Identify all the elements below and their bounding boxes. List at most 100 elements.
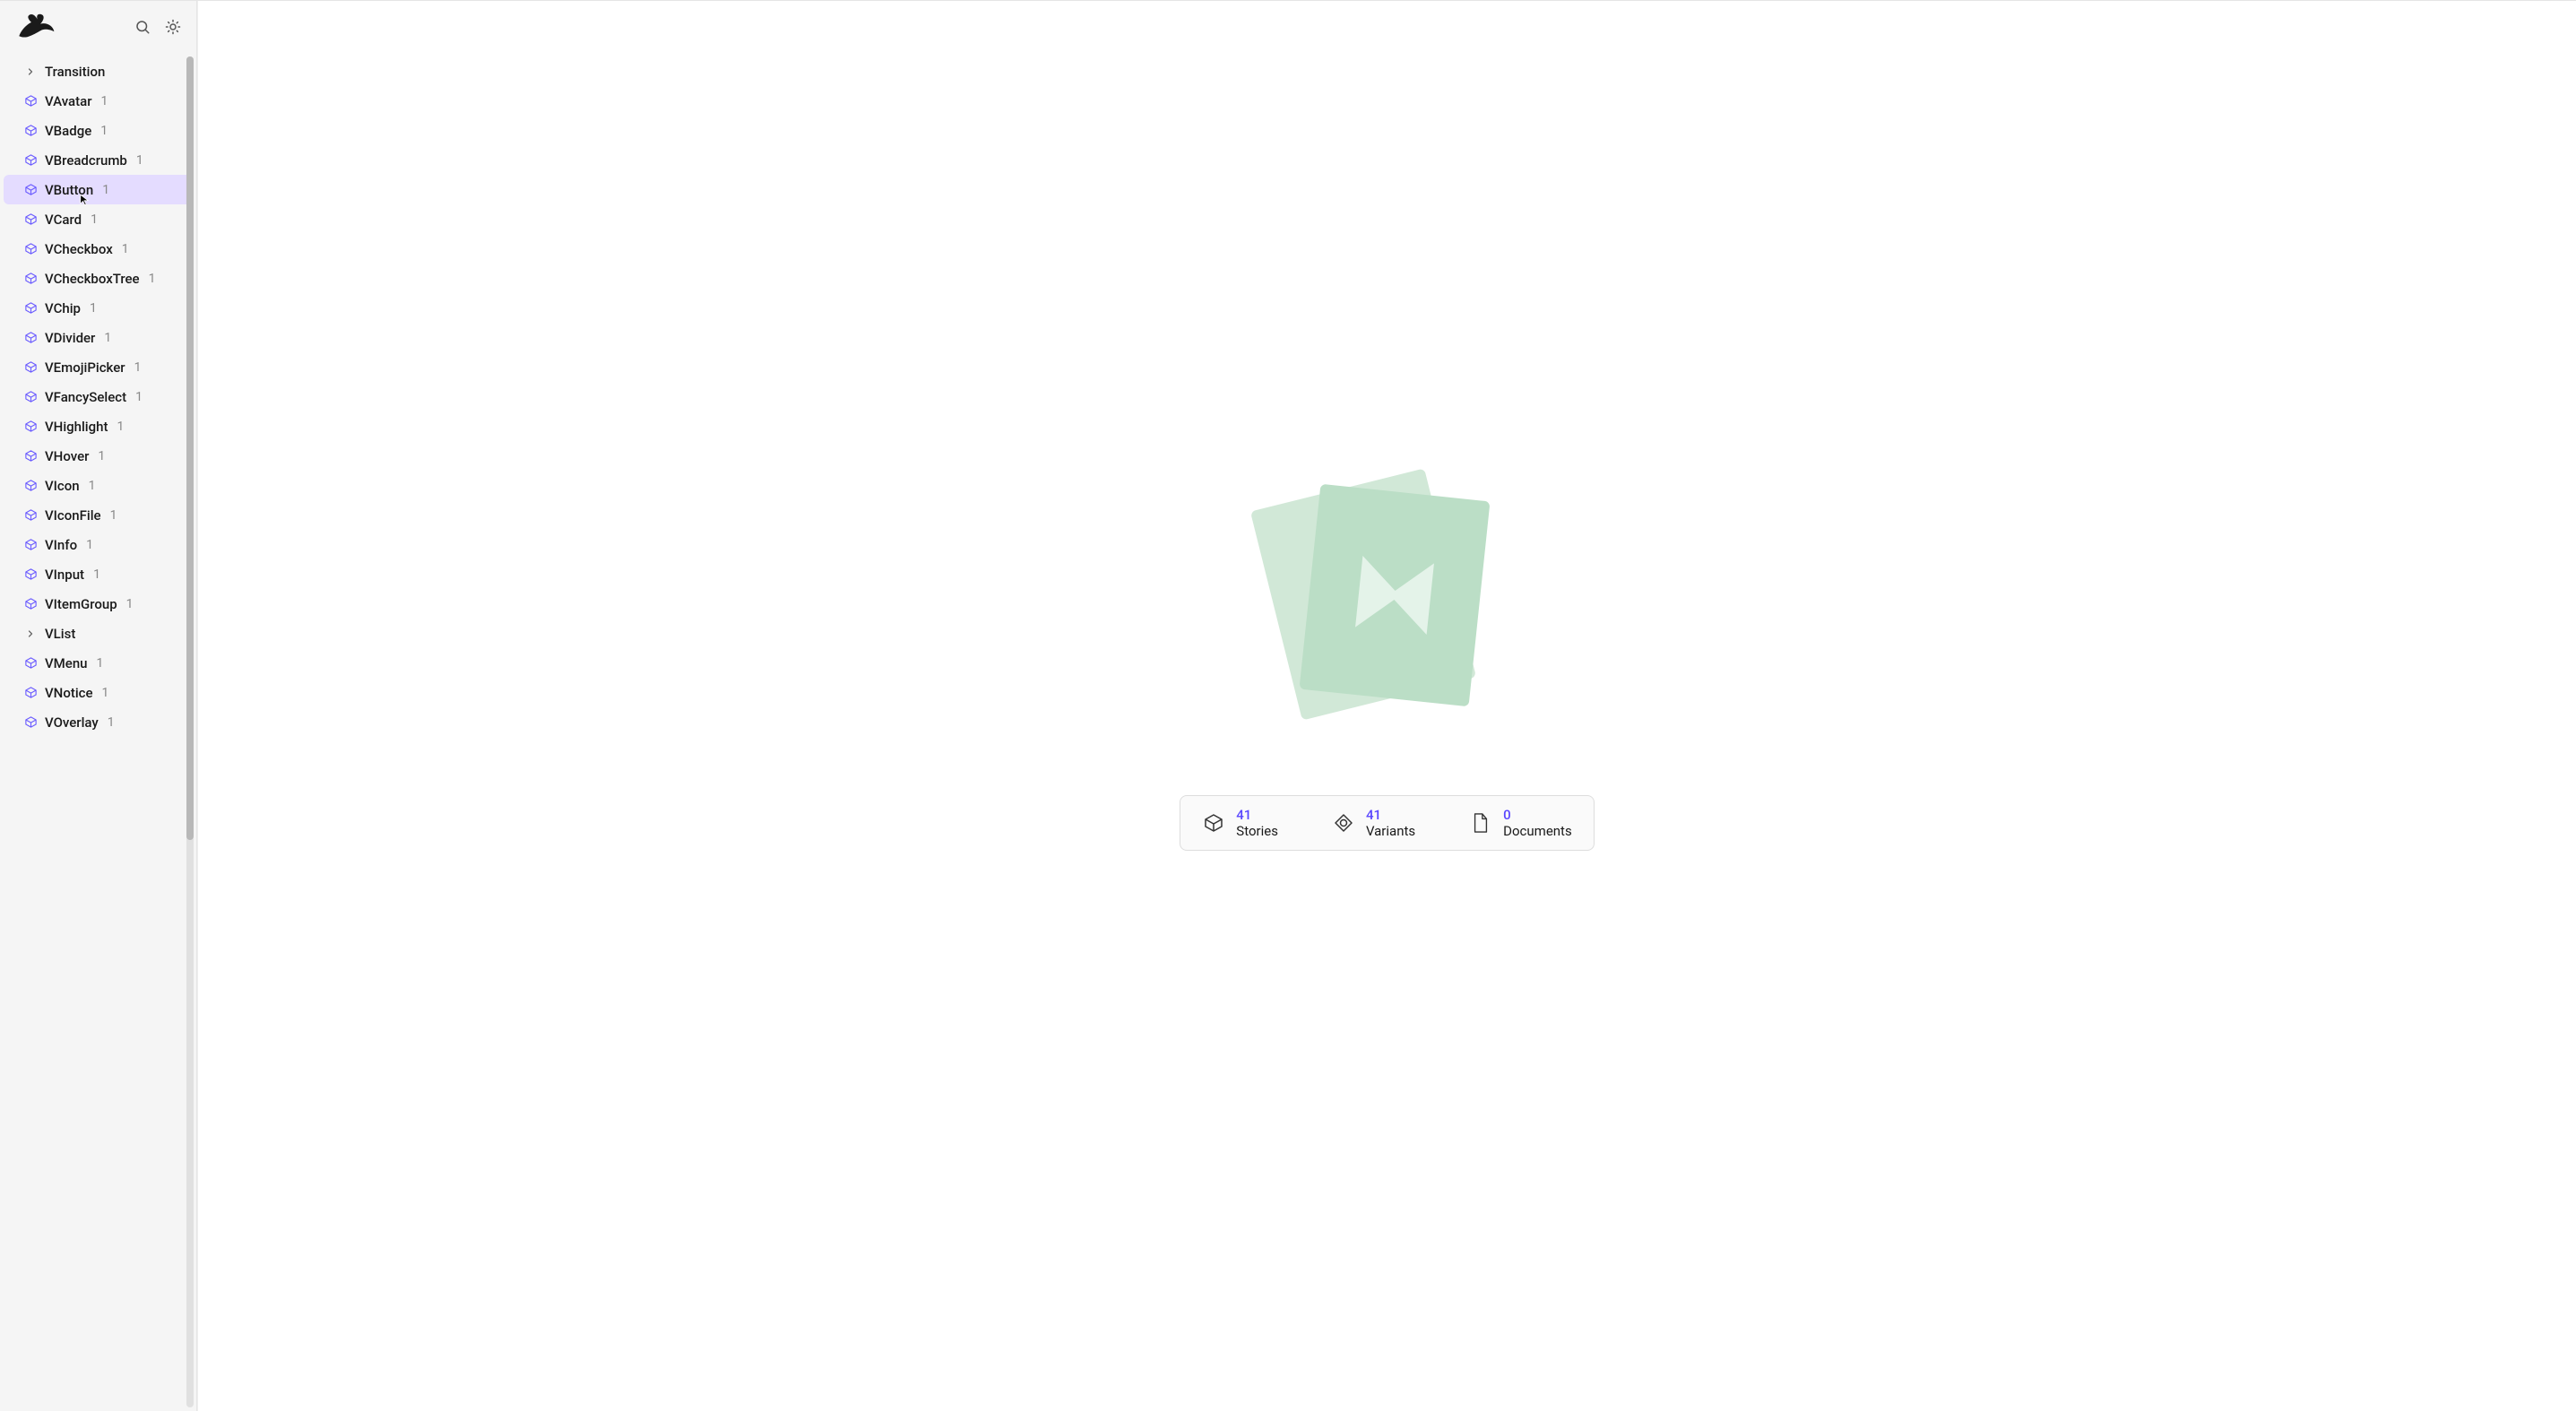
main-content: 41 Stories 41 Variants [197,1,2576,1411]
sidebar-item-viconfile[interactable]: VIconFile1 [4,500,193,530]
sidebar-item-voverlay[interactable]: VOverlay 1 [4,707,193,737]
box-icon [23,153,38,168]
sidebar-item-label: VButton [45,182,93,198]
sidebar-item-label: VCheckbox [45,241,113,257]
stat-value: 0 [1503,807,1572,823]
sidebar-item-count: 1 [86,538,93,552]
sidebar-item-vlist[interactable]: VList [4,619,193,648]
stats-card: 41 Stories 41 Variants [1180,795,1594,851]
sidebar-item-vhover[interactable]: VHover 1 [4,441,193,471]
sidebar-item-vbutton[interactable]: VButton 1 [4,175,193,204]
box-icon [23,449,38,463]
sidebar-item-vavatar[interactable]: VAvatar1 [4,86,193,116]
search-button[interactable] [130,14,155,39]
stat-value: 41 [1236,807,1278,823]
sidebar-item-count: 1 [98,449,105,463]
box-icon [23,242,38,256]
sidebar-item-count: 1 [102,183,109,197]
box-icon [23,183,38,197]
search-icon [134,19,151,35]
sidebar-item-vmenu[interactable]: VMenu1 [4,648,193,678]
illustration-shape-icon [1346,550,1444,640]
sidebar-item-label: VEmojiPicker [45,359,125,376]
logo[interactable] [13,11,63,43]
sidebar-item-vcheckboxtree[interactable]: VCheckboxTree 1 [4,264,193,293]
sidebar-list[interactable]: Transition VAvatar1 VBadge1 VBreadcrumb1… [0,53,196,1411]
box-icon [23,479,38,493]
box-icon [23,124,38,138]
sidebar-item-count: 1 [117,420,124,434]
stat-label: Variants [1366,823,1415,839]
box-icon [23,390,38,404]
box-icon [23,94,38,108]
sidebar-item-label: VItemGroup [45,596,117,612]
sidebar-item-label: VHighlight [45,419,108,435]
stat-label: Stories [1236,823,1278,839]
sidebar-item-label: VNotice [45,685,93,701]
sidebar-item-label: VBreadcrumb [45,152,127,169]
box-icon [23,597,38,611]
sidebar-item-count: 1 [134,360,142,375]
stat-stories: 41 Stories [1202,807,1278,839]
box-icon [23,567,38,582]
sidebar-item-count: 1 [135,390,143,404]
sidebar-item-vcard[interactable]: VCard 1 [4,204,193,234]
sidebar-item-vicon[interactable]: VIcon 1 [4,471,193,500]
sidebar-item-label: VChip [45,300,81,316]
box-icon [23,272,38,286]
box-icon [23,212,38,227]
sidebar-item-vhighlight[interactable]: VHighlight 1 [4,411,193,441]
sidebar-item-count: 1 [126,597,134,611]
sidebar-item-vbreadcrumb[interactable]: VBreadcrumb1 [4,145,193,175]
sidebar-item-vchip[interactable]: VChip 1 [4,293,193,323]
sidebar-item-count: 1 [91,212,98,227]
sidebar-item-count: 1 [93,567,100,582]
stat-label: Documents [1503,823,1572,839]
sidebar-item-vfancyselect[interactable]: VFancySelect1 [4,382,193,411]
sidebar-item-label: VCard [45,212,82,228]
sidebar-item-vinfo[interactable]: VInfo 1 [4,530,193,559]
stat-value: 41 [1366,807,1415,823]
sidebar-item-vbadge[interactable]: VBadge1 [4,116,193,145]
theme-toggle-button[interactable] [160,14,186,39]
sidebar-item-vcheckbox[interactable]: VCheckbox 1 [4,234,193,264]
scrollbar-track[interactable] [186,56,194,1407]
scrollbar-thumb[interactable] [186,56,194,840]
stat-documents: 0 Documents [1469,807,1572,839]
sidebar-item-label: VInfo [45,537,77,553]
sidebar-item-vinput[interactable]: VInput 1 [4,559,193,589]
sidebar-item-transition[interactable]: Transition [4,56,193,86]
box-icon [23,686,38,700]
sidebar-item-label: VIcon [45,478,80,494]
stat-variants: 41 Variants [1332,807,1415,839]
illustration-card-front [1300,483,1491,706]
box-icon [23,420,38,434]
box-icon [23,508,38,523]
sidebar-item-count: 1 [89,479,96,493]
document-icon [1469,811,1492,835]
sidebar-item-count: 1 [108,715,115,730]
chevron-right-icon [23,627,38,641]
sidebar-item-label: VHover [45,448,89,464]
sidebar-item-count: 1 [100,124,108,138]
sidebar-item-label: VInput [45,567,84,583]
sidebar-item-label: VOverlay [45,714,99,731]
sidebar-item-count: 1 [90,301,97,316]
sidebar-item-vdivider[interactable]: VDivider1 [4,323,193,352]
sidebar-item-vitemgroup[interactable]: VItemGroup 1 [4,589,193,619]
sidebar-item-count: 1 [102,686,109,700]
sidebar-item-label: VList [45,626,75,642]
sidebar-item-count: 1 [122,242,129,256]
sidebar-item-label: Transition [45,64,105,80]
sidebar-item-count: 1 [104,331,111,345]
sidebar-item-label: VAvatar [45,93,92,109]
sidebar-item-count: 1 [97,656,104,671]
sidebar-item-count: 1 [149,272,156,286]
sidebar: Transition VAvatar1 VBadge1 VBreadcrumb1… [0,1,197,1411]
sidebar-item-label: VCheckboxTree [45,271,140,287]
sun-icon [165,19,181,35]
box-icon [23,301,38,316]
sidebar-item-vnotice[interactable]: VNotice 1 [4,678,193,707]
sidebar-item-vemojipicker[interactable]: VEmojiPicker 1 [4,352,193,382]
box-icon [23,331,38,345]
